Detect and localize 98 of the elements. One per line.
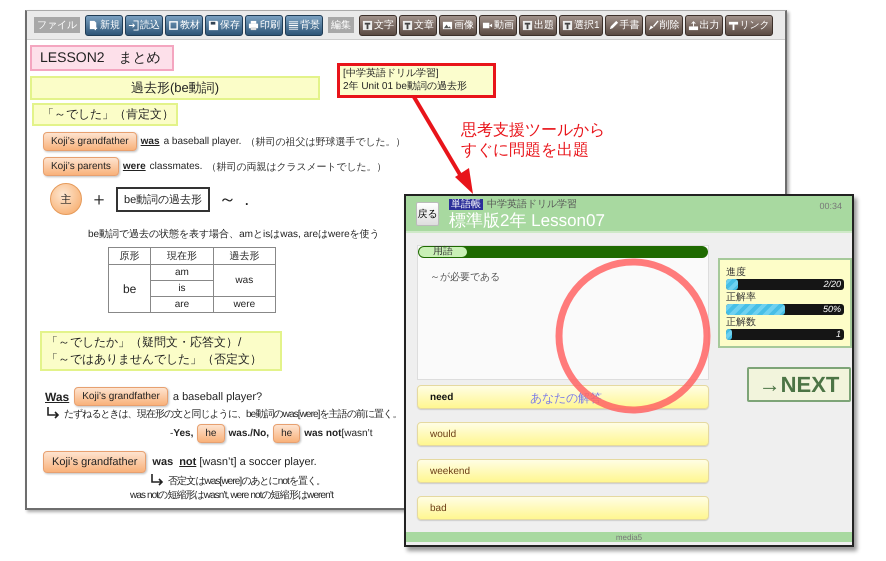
- sentence-text: a baseball player.: [164, 136, 242, 147]
- image-icon: [442, 20, 453, 30]
- lesson-title: 標準版2年 Lesson07: [449, 211, 605, 230]
- toolbar-button[interactable]: 印刷: [245, 14, 283, 36]
- frame-icon: [522, 20, 533, 30]
- subject-chip: Koji’s grandfather: [43, 132, 137, 151]
- negation-word: not: [179, 456, 196, 468]
- next-button[interactable]: →NEXT: [747, 367, 851, 402]
- table-cell: be: [108, 264, 151, 312]
- subject-chip: Koji’s grandfather: [43, 451, 146, 473]
- lesson-title: LESSON2 まとめ: [30, 45, 174, 71]
- toolbar-button[interactable]: 保存: [205, 14, 243, 36]
- toolbar-button[interactable]: 動画: [479, 14, 517, 36]
- toolbar-button[interactable]: 画像: [439, 14, 477, 36]
- verb-text: were: [122, 161, 146, 172]
- subsection-heading: 「～でした」（肯定文）: [32, 103, 178, 126]
- frame-icon: [402, 20, 413, 30]
- subject-chip: Koji’s parents: [43, 157, 119, 176]
- enter-icon: [128, 20, 139, 30]
- printer-icon: [248, 20, 259, 30]
- table-cell: was: [213, 264, 276, 296]
- toolbar-button[interactable]: リンク: [724, 14, 773, 36]
- callout-text: [中学英語ドリル学習]: [343, 68, 440, 80]
- toolbar-button[interactable]: 読込: [125, 14, 163, 36]
- answer-text: was not[wasn’t: [304, 428, 373, 439]
- table-header: 原形: [108, 248, 151, 264]
- callout-text: 2年 Unit 01 be動詞の過去形: [343, 80, 468, 93]
- table-cell: are: [150, 296, 214, 312]
- toolbar-button[interactable]: 選択1: [559, 14, 603, 36]
- toolbar-button[interactable]: 出題: [519, 14, 557, 36]
- subject-chip: he: [273, 424, 300, 443]
- answer-choice[interactable]: would: [417, 422, 709, 446]
- back-button[interactable]: 戻る: [416, 202, 439, 226]
- toolbar-section-label: 編集: [328, 17, 354, 33]
- plus-sign: ＋: [90, 188, 108, 211]
- stat-label: 正解数: [726, 317, 757, 328]
- square-icon: [168, 20, 179, 30]
- answer-choice[interactable]: weekend: [417, 459, 709, 483]
- toolbar-button[interactable]: 背景: [285, 14, 323, 36]
- sentence-text: classmates.: [150, 161, 202, 172]
- translation-note: （耕司の祖父は野球選手でした。）: [245, 136, 406, 148]
- toolbar-section-label: ファイル: [34, 17, 80, 33]
- annotation-text: 思考支援ツールから: [461, 121, 605, 141]
- sentence-text: a baseball player?: [172, 390, 262, 402]
- period-sign: .: [244, 188, 250, 210]
- explanation-text: 否定文はwas[were]のあとにnotを置く。: [168, 474, 326, 488]
- stat-reading: 1: [836, 329, 841, 340]
- stat-label: 正解率: [726, 292, 757, 303]
- toolbar-button[interactable]: 手書: [604, 14, 643, 36]
- answer-text: -Yes,: [170, 428, 194, 439]
- section-heading: 過去形(be動詞): [30, 76, 320, 100]
- translation-note: （耕司の両親はクラスメートでした。）: [206, 160, 386, 174]
- sentence-text: [wasn’t] a soccer player.: [199, 456, 317, 468]
- toolbar-button[interactable]: 出力: [684, 14, 723, 36]
- subject-circle: 主: [50, 183, 82, 215]
- toolbar-button[interactable]: 削除: [644, 14, 683, 36]
- category-badge: 単語帳: [449, 198, 483, 210]
- subject-chip: Koji’s grandfather: [74, 387, 168, 406]
- lines-icon: [288, 20, 299, 30]
- table-cell: is: [150, 280, 214, 296]
- subsection-heading: 「～でしたか」（疑問文・応答文）/ 「～ではありませんでした」（否定文）: [40, 331, 282, 371]
- brush-icon: [648, 20, 659, 30]
- answer-text: was./No,: [228, 428, 270, 439]
- annotation-text: すぐに問題を出題: [461, 141, 590, 161]
- frame-icon: [562, 20, 573, 30]
- hook-arrow-icon: [46, 407, 62, 419]
- verb-text: was: [140, 136, 160, 147]
- stat-reading: 2/20: [823, 279, 841, 290]
- timer-text: 00:34: [819, 201, 842, 211]
- floppy-icon: [208, 20, 219, 30]
- explanation-text: was notの短縮形はwasn’t, were notの短縮形はweren’t: [130, 488, 334, 502]
- verb-text: was: [152, 456, 174, 468]
- stat-reading: 50%: [822, 304, 841, 315]
- footer-text: media5: [616, 532, 642, 542]
- hook-arrow-icon: [150, 474, 166, 486]
- pencil-icon: [608, 20, 619, 30]
- signpost-icon: [728, 20, 739, 30]
- document-plus-icon: [88, 20, 99, 30]
- rule-text: be動詞で過去の状態を表す場合、amとisはwas, areはwereを使う: [88, 228, 381, 241]
- table-cell: were: [213, 296, 276, 312]
- toolbar-button[interactable]: 文章: [399, 14, 437, 36]
- explanation-text: たずねるときは、現在形の文と同じように、be動詞のwas[were]を主語の前に置く。: [64, 408, 402, 421]
- stat-label: 進度: [726, 267, 747, 278]
- table-cell: am: [150, 264, 214, 280]
- subject-chip: he: [197, 424, 224, 443]
- toolbar-button[interactable]: 文字: [359, 14, 397, 36]
- table-header: 現在形: [150, 248, 214, 264]
- table-header: 過去形: [213, 248, 276, 264]
- verb-box: be動詞の過去形: [116, 186, 210, 212]
- question-text: ～が必要である: [430, 270, 501, 284]
- frame-icon: [362, 20, 373, 30]
- answer-choice[interactable]: bad: [417, 496, 709, 520]
- tray-icon: [688, 20, 699, 30]
- toolbar-button[interactable]: 教材: [165, 14, 203, 36]
- verb-text: Was: [45, 390, 70, 404]
- app-subtitle: 中学英語ドリル学習: [487, 198, 577, 211]
- toolbar-button[interactable]: 新規: [85, 14, 123, 36]
- tilde-sign: ～: [218, 188, 236, 211]
